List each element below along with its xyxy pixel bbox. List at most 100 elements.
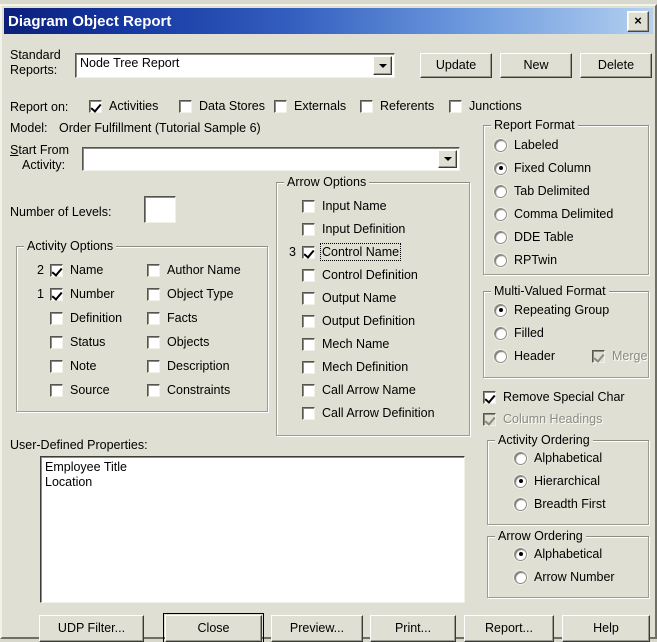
checkbox-box — [50, 359, 63, 373]
arrow-ordering-alphabetical[interactable]: Alphabetical — [514, 547, 602, 561]
arrow-option-output-name[interactable]: Output Name — [302, 291, 396, 305]
arrow-ordering-arrow-number[interactable]: Arrow Number — [514, 570, 615, 584]
checkbox-box — [89, 99, 102, 113]
help-button[interactable]: Help — [562, 615, 650, 642]
arrow-option-control-name[interactable]: 3 Control Name — [289, 243, 402, 261]
activity-option-name-label: Name — [70, 263, 104, 277]
multi-valued-header[interactable]: Header — [494, 349, 555, 363]
start-from-activity-label-line1: Start From — [10, 143, 70, 157]
standard-reports-label-line2: Reports: — [10, 63, 58, 77]
multi-valued-filled[interactable]: Filled — [494, 326, 544, 340]
checkbox-box — [50, 287, 63, 301]
update-button[interactable]: Update — [420, 53, 492, 78]
checkbox-box — [147, 263, 160, 277]
activity-option-status[interactable]: Status — [50, 335, 105, 349]
activity-option-author-name[interactable]: Author Name — [147, 263, 241, 277]
report-format-labeled[interactable]: Labeled — [494, 138, 559, 152]
close-icon[interactable]: × — [627, 11, 649, 32]
activity-option-object-type[interactable]: Object Type — [147, 287, 233, 301]
arrow-option-input-definition[interactable]: Input Definition — [302, 222, 405, 236]
radio-circle — [494, 253, 507, 267]
multi-valued-merge-checkbox: Merge — [592, 349, 647, 363]
checkbox-box — [147, 383, 160, 397]
arrow-option-call-arrow-definition-label: Call Arrow Definition — [322, 406, 435, 420]
report-on-activities[interactable]: Activities — [89, 99, 158, 113]
activity-options-title: Activity Options — [24, 239, 117, 253]
radio-circle — [494, 303, 507, 317]
activity-option-objects-label: Objects — [167, 335, 210, 349]
activity-option-name[interactable]: 2 Name — [37, 263, 104, 277]
arrow-ordering-group: Arrow Ordering Alphabetical Arrow Number — [487, 529, 649, 598]
activity-option-definition-label: Definition — [70, 311, 123, 325]
activity-option-note-label: Note — [70, 359, 97, 373]
user-defined-properties-list[interactable]: Employee Title Location — [40, 456, 465, 603]
activity-option-objects[interactable]: Objects — [147, 335, 209, 349]
activity-options-group: Activity Options 2 Name 1 Number Definit… — [16, 239, 268, 412]
activity-ordering-alphabetical[interactable]: Alphabetical — [514, 451, 602, 465]
activity-option-number[interactable]: 1 Number — [37, 287, 114, 301]
arrow-option-output-name-label: Output Name — [322, 291, 397, 305]
print-button[interactable]: Print... — [370, 615, 456, 642]
multi-valued-repeating-group[interactable]: Repeating Group — [494, 303, 609, 317]
arrow-option-call-arrow-definition[interactable]: Call Arrow Definition — [302, 406, 435, 420]
close-button[interactable]: Close — [163, 613, 264, 642]
activity-option-constraints[interactable]: Constraints — [147, 383, 230, 397]
checkbox-box — [50, 383, 63, 397]
report-on-referents[interactable]: Referents — [360, 99, 434, 113]
report-on-externals-label: Externals — [294, 99, 347, 113]
remove-special-char-checkbox[interactable]: Remove Special Char — [483, 390, 625, 404]
arrow-options-group: Arrow Options Input Name Input Definitio… — [276, 175, 470, 436]
checkbox-box — [147, 311, 160, 325]
list-item[interactable]: Employee Title — [45, 460, 460, 475]
activity-option-definition[interactable]: Definition — [50, 311, 122, 325]
radio-circle — [494, 349, 507, 363]
activity-ordering-hierarchical[interactable]: Hierarchical — [514, 474, 600, 488]
arrow-option-mech-name[interactable]: Mech Name — [302, 337, 389, 351]
list-item[interactable]: Location — [45, 475, 460, 490]
report-on-junctions[interactable]: Junctions — [449, 99, 522, 113]
multi-valued-filled-label: Filled — [514, 326, 544, 340]
chevron-down-icon[interactable] — [438, 150, 457, 168]
report-format-dde-table[interactable]: DDE Table — [494, 230, 574, 244]
activity-option-source[interactable]: Source — [50, 383, 110, 397]
delete-button[interactable]: Delete — [580, 53, 652, 78]
udp-filter-button[interactable]: UDP Filter... — [39, 615, 144, 642]
report-format-group: Report Format Labeled Fixed Column Tab D… — [483, 118, 649, 275]
arrow-option-control-definition[interactable]: Control Definition — [302, 268, 418, 282]
multi-valued-format-group: Multi-Valued Format Repeating Group Fill… — [483, 284, 649, 378]
start-from-activity-combo[interactable] — [82, 147, 460, 171]
new-button[interactable]: New — [500, 53, 572, 78]
report-format-fixed-column[interactable]: Fixed Column — [494, 161, 591, 175]
report-on-externals[interactable]: Externals — [274, 99, 346, 113]
report-on-data-stores[interactable]: Data Stores — [179, 99, 265, 113]
title-bar: Diagram Object Report × — [4, 8, 653, 34]
activity-option-description[interactable]: Description — [147, 359, 230, 373]
activity-option-author-name-label: Author Name — [167, 263, 241, 277]
report-button[interactable]: Report... — [464, 615, 554, 642]
chevron-down-icon[interactable] — [373, 56, 392, 75]
activity-ordering-breadth-first[interactable]: Breadth First — [514, 497, 606, 511]
arrow-option-output-definition[interactable]: Output Definition — [302, 314, 415, 328]
standard-reports-label-line1: Standard — [10, 48, 61, 62]
report-format-tab-delimited[interactable]: Tab Delimited — [494, 184, 590, 198]
preview-button[interactable]: Preview... — [271, 615, 363, 642]
arrow-option-input-name[interactable]: Input Name — [302, 199, 387, 213]
arrow-option-call-arrow-name[interactable]: Call Arrow Name — [302, 383, 416, 397]
activity-option-note[interactable]: Note — [50, 359, 96, 373]
activity-option-facts[interactable]: Facts — [147, 311, 198, 325]
arrow-option-control-name-label: Control Name — [319, 243, 402, 261]
radio-circle — [494, 326, 507, 340]
radio-circle — [514, 497, 527, 511]
report-on-referents-label: Referents — [380, 99, 435, 113]
report-format-comma-delimited[interactable]: Comma Delimited — [494, 207, 613, 221]
checkbox-box — [302, 314, 315, 328]
report-format-rptwin[interactable]: RPTwin — [494, 253, 557, 267]
activity-option-status-label: Status — [70, 335, 106, 349]
activity-option-source-label: Source — [70, 383, 110, 397]
number-of-levels-input[interactable] — [144, 196, 176, 223]
arrow-option-mech-definition[interactable]: Mech Definition — [302, 360, 408, 374]
checkbox-box — [302, 337, 315, 351]
standard-reports-combo[interactable]: Node Tree Report — [75, 53, 395, 78]
activity-ordering-group: Activity Ordering Alphabetical Hierarchi… — [487, 433, 649, 525]
arrow-ordering-alphabetical-label: Alphabetical — [534, 547, 603, 561]
